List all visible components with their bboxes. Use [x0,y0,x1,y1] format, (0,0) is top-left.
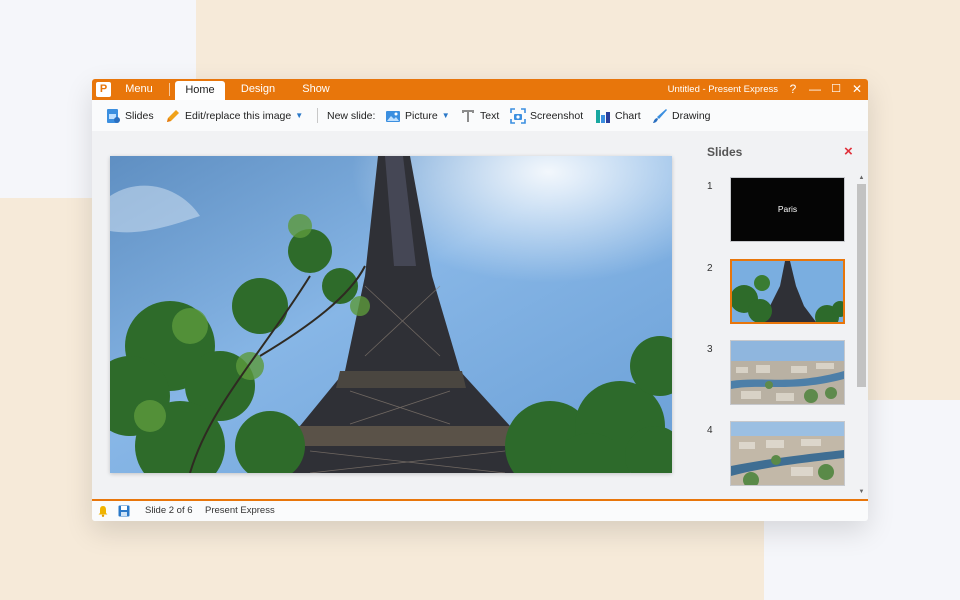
panel-scrollbar[interactable]: ▲ ▼ [856,174,866,496]
screenshot-label: Screenshot [530,109,584,122]
brush-icon [652,108,668,124]
text-icon [460,108,476,124]
slides-icon [105,108,121,124]
slide-thumbnail-2[interactable] [730,259,845,324]
chart-icon [595,108,611,124]
chevron-down-icon: ▼ [441,111,450,120]
chart-label: Chart [615,109,641,122]
scroll-up-icon[interactable]: ▲ [857,174,866,182]
maximize-button[interactable]: ☐ [826,79,846,100]
thumbnail-number: 3 [707,344,713,355]
chart-button[interactable]: Chart [595,100,641,131]
drawing-button[interactable]: Drawing [652,100,711,131]
picture-button[interactable]: Picture ▼ [385,100,450,131]
scroll-thumb[interactable] [857,184,866,387]
new-slide-label: New slide: [327,109,376,122]
slides-panel: Slides × 1 Paris 2 3 4 ▲ ▼ [692,131,868,499]
thumbnail-number: 4 [707,425,713,436]
toolbar: Slides Edit/replace this image ▼ New sli… [92,100,868,132]
thumbnail-number: 2 [707,263,713,274]
slide-thumbnail-3[interactable] [730,340,845,405]
text-button[interactable]: Text [460,100,499,131]
scroll-down-icon[interactable]: ▼ [857,488,866,496]
thumbnail-number: 1 [707,181,713,192]
title-separator [169,83,170,96]
slide-counter: Slide 2 of 6 [145,505,193,516]
pencil-icon [165,108,181,124]
app-logo-icon: P [96,82,111,97]
slides-label: Slides [125,109,154,122]
chevron-down-icon: ▼ [295,111,304,120]
edit-image-button[interactable]: Edit/replace this image ▼ [165,100,303,131]
slide-thumbnail-4[interactable] [730,421,845,486]
close-panel-icon[interactable]: × [844,143,853,160]
screenshot-button[interactable]: Screenshot [510,100,583,131]
title-bar: P Menu Home Design Show Untitled - Prese… [92,79,868,100]
window-title: Untitled - Present Express [667,84,778,95]
tab-home[interactable]: Home [175,81,225,100]
minimize-button[interactable]: — [805,79,825,100]
text-label: Text [480,109,500,122]
status-app-name: Present Express [205,505,275,516]
toolbar-separator [317,108,318,123]
close-button[interactable]: ✕ [847,79,867,100]
panel-title: Slides [707,145,743,159]
edit-image-label: Edit/replace this image [185,109,292,122]
tab-show[interactable]: Show [294,79,338,100]
app-window: P Menu Home Design Show Untitled - Prese… [92,79,868,521]
screenshot-icon [510,107,526,124]
save-icon[interactable] [118,505,130,517]
slides-button[interactable]: Slides [105,100,154,131]
help-button[interactable]: ? [783,79,803,100]
slide-editor [92,131,692,499]
current-slide-image[interactable] [110,156,672,473]
status-bar: Slide 2 of 6 Present Express [92,499,868,521]
menu-button[interactable]: Menu [118,79,160,100]
picture-label: Picture [405,109,438,122]
drawing-label: Drawing [672,109,711,122]
thumbnail-title: Paris [777,204,798,214]
bell-icon[interactable] [97,505,109,517]
slide-thumbnail-1[interactable]: Paris [730,177,845,242]
picture-icon [385,108,401,124]
tab-design[interactable]: Design [234,79,282,100]
